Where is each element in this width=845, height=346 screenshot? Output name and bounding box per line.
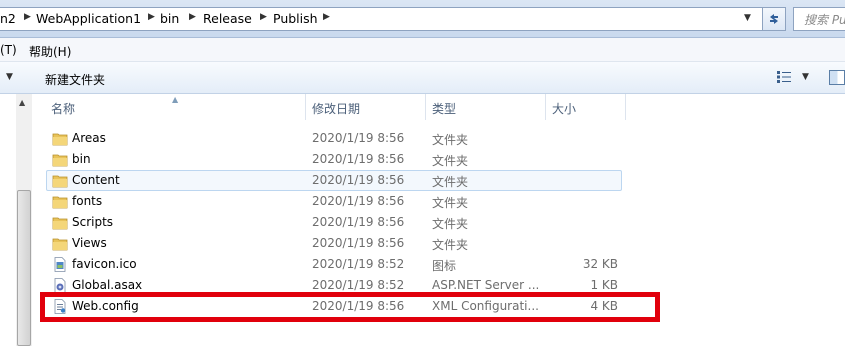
breadcrumb-arrow-icon[interactable]: ▶ bbox=[260, 12, 267, 22]
search-input[interactable]: 搜索 Pu bbox=[793, 7, 845, 31]
menu-bar: (T) 帮助(H) bbox=[0, 38, 845, 62]
file-name: Views bbox=[72, 236, 107, 250]
file-date: 2020/1/19 8:56 bbox=[312, 152, 405, 166]
breadcrumb-parent[interactable]: n2 bbox=[0, 11, 16, 26]
file-date: 2020/1/19 8:52 bbox=[312, 257, 405, 271]
file-name: Areas bbox=[72, 131, 106, 145]
file-type: 文件夹 bbox=[432, 238, 469, 252]
column-date-label: 修改日期 bbox=[312, 102, 361, 116]
address-history-dropdown-icon[interactable]: ▼ bbox=[744, 13, 751, 23]
highlight-annotation-box bbox=[40, 292, 660, 322]
file-size: 1 KB bbox=[590, 278, 618, 292]
address-bar-row: n2 ▶ WebApplication1 ▶ bin ▶ Release ▶ P… bbox=[0, 0, 845, 38]
search-placeholder: 搜索 Pu bbox=[804, 13, 845, 27]
scroll-up-arrow-icon[interactable]: ▲ bbox=[19, 98, 25, 107]
view-options-icon[interactable] bbox=[777, 71, 791, 83]
file-row[interactable]: Scripts 2020/1/19 8:56 文件夹 bbox=[46, 212, 622, 233]
menu-help[interactable]: 帮助(H) bbox=[29, 43, 71, 60]
folder-icon bbox=[52, 238, 68, 251]
file-name: Content bbox=[72, 173, 120, 187]
folder-icon bbox=[52, 175, 68, 188]
column-header-type[interactable]: 类型 bbox=[426, 94, 546, 120]
breadcrumb-arrow-icon[interactable]: ▶ bbox=[323, 12, 330, 22]
breadcrumb-arrow-icon[interactable]: ▶ bbox=[189, 12, 196, 22]
column-header-name[interactable]: 名称 bbox=[46, 94, 306, 120]
file-type: ASP.NET Server ... bbox=[432, 278, 540, 292]
file-date: 2020/1/19 8:56 bbox=[312, 173, 405, 187]
folder-icon bbox=[52, 133, 68, 146]
folder-icon bbox=[52, 217, 68, 230]
file-size: 32 KB bbox=[582, 257, 618, 271]
file-date: 2020/1/19 8:56 bbox=[312, 215, 405, 229]
file-row-hovered[interactable]: Content 2020/1/19 8:56 文件夹 bbox=[46, 170, 622, 191]
file-name: Scripts bbox=[72, 215, 114, 229]
file-row[interactable]: fonts 2020/1/19 8:56 文件夹 bbox=[46, 191, 622, 212]
command-toolbar: ▼ 新建文件夹 ▼ bbox=[0, 62, 845, 94]
file-row[interactable]: bin 2020/1/19 8:56 文件夹 bbox=[46, 149, 622, 170]
file-row[interactable]: Areas 2020/1/19 8:56 文件夹 bbox=[46, 128, 622, 149]
scrollbar-thumb[interactable] bbox=[17, 190, 31, 346]
breadcrumb-webapplication1[interactable]: WebApplication1 bbox=[36, 11, 141, 26]
file-type: 文件夹 bbox=[432, 196, 469, 210]
file-date: 2020/1/19 8:52 bbox=[312, 278, 405, 292]
file-name: fonts bbox=[72, 194, 103, 208]
breadcrumb-release[interactable]: Release bbox=[203, 11, 252, 26]
file-type: 文件夹 bbox=[432, 175, 469, 189]
file-row[interactable]: Views 2020/1/19 8:56 文件夹 bbox=[46, 233, 622, 254]
breadcrumb-arrow-icon[interactable]: ▶ bbox=[24, 12, 31, 22]
breadcrumb-bin[interactable]: bin bbox=[160, 11, 179, 26]
file-name: Global.asax bbox=[72, 278, 143, 292]
breadcrumb-publish[interactable]: Publish bbox=[273, 11, 318, 26]
file-type: 图标 bbox=[432, 259, 457, 273]
file-date: 2020/1/19 8:56 bbox=[312, 236, 405, 250]
refresh-button[interactable] bbox=[762, 7, 786, 31]
file-row[interactable]: favicon.ico 2020/1/19 8:52 图标 32 KB bbox=[46, 254, 622, 275]
folder-icon bbox=[52, 196, 68, 209]
column-type-label: 类型 bbox=[432, 102, 457, 116]
address-bar[interactable]: n2 ▶ WebApplication1 ▶ bin ▶ Release ▶ P… bbox=[0, 7, 786, 31]
file-type: 文件夹 bbox=[432, 154, 469, 168]
menu-tools[interactable]: (T) bbox=[0, 43, 17, 57]
image-file-icon bbox=[54, 257, 66, 272]
asax-file-icon bbox=[54, 278, 66, 293]
file-date: 2020/1/19 8:56 bbox=[312, 194, 405, 208]
preview-pane-icon[interactable] bbox=[829, 70, 845, 85]
column-header-size[interactable]: 大小 bbox=[546, 94, 626, 120]
breadcrumb-arrow-icon[interactable]: ▶ bbox=[148, 12, 155, 22]
view-dropdown-icon[interactable]: ▼ bbox=[802, 72, 809, 82]
column-header-date[interactable]: 修改日期 bbox=[306, 94, 426, 120]
file-name: favicon.ico bbox=[72, 257, 137, 271]
file-name: bin bbox=[72, 152, 91, 166]
column-divider[interactable] bbox=[625, 94, 626, 120]
organize-dropdown-icon[interactable]: ▼ bbox=[6, 72, 13, 82]
column-size-label: 大小 bbox=[552, 102, 577, 116]
folder-icon bbox=[52, 154, 68, 167]
column-name-label: 名称 bbox=[51, 102, 76, 116]
new-folder-button[interactable]: 新建文件夹 bbox=[45, 71, 105, 88]
file-date: 2020/1/19 8:56 bbox=[312, 131, 405, 145]
refresh-icon bbox=[770, 14, 778, 24]
file-type: 文件夹 bbox=[432, 217, 469, 231]
file-type: 文件夹 bbox=[432, 133, 469, 147]
